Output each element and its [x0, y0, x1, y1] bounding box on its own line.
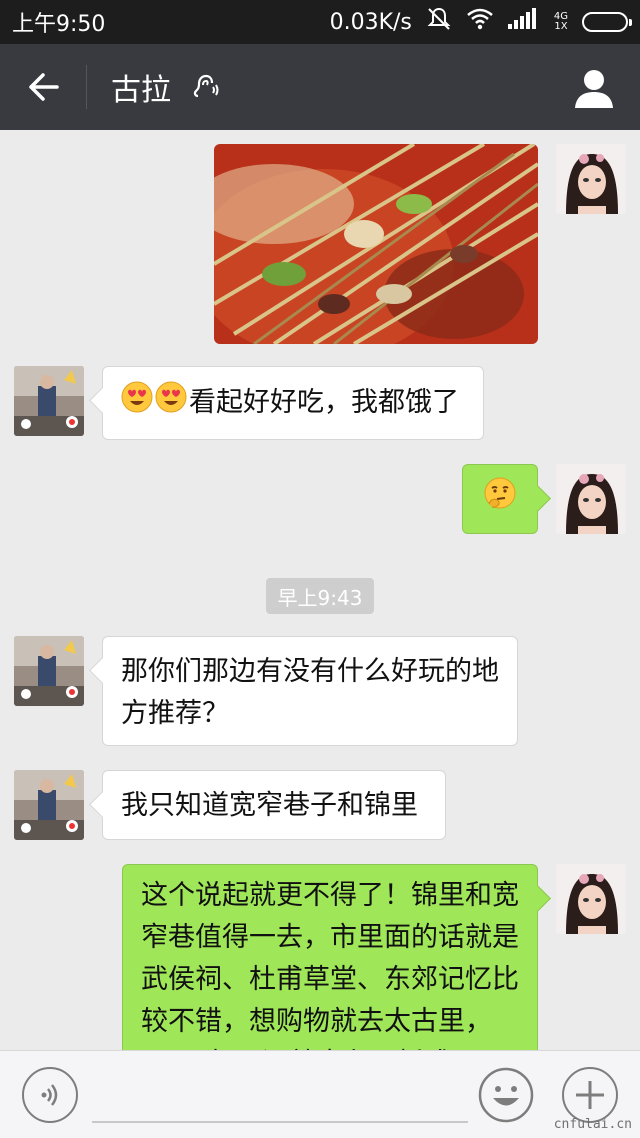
emoji-button[interactable]	[478, 1067, 534, 1123]
message-bubble-them[interactable]: 那你们那边有没有什么好玩的地方推荐？	[102, 636, 518, 746]
message-text: 这个说起就更不得了！锦里和宽窄巷值得一去，市里面的话就是武侯祠、杜甫草堂、东郊记…	[141, 880, 519, 1050]
message-input[interactable]	[92, 1065, 468, 1123]
status-right: 0.03K/s 4G 1X	[329, 6, 632, 38]
thinking-emoji	[483, 476, 517, 523]
timestamp-label: 早上9:43	[266, 578, 374, 614]
nav-divider	[86, 65, 87, 109]
smiley-icon	[478, 1067, 534, 1123]
signal-icon	[507, 8, 540, 36]
message-text: 看起好好吃，我都饿了	[189, 387, 459, 418]
watermark: cnfulai.cn	[553, 1117, 632, 1132]
net-speed: 0.03K/s	[329, 9, 412, 35]
voice-icon	[41, 1084, 58, 1106]
earpiece-mode-icon	[189, 72, 219, 102]
status-time: 上午9:50	[12, 12, 106, 37]
chat-area[interactable]: 看起好好吃，我都饿了 早上9:43 那你们那边有没有什么好玩的地方推荐？ 我只知…	[0, 130, 640, 1050]
contact-avatar[interactable]	[14, 366, 84, 436]
message-bubble-them[interactable]: 我只知道宽窄巷子和锦里	[102, 770, 446, 840]
heart-eyes-emoji	[155, 381, 187, 426]
status-bar: 上午9:50 0.03K/s 4G 1X	[0, 0, 640, 44]
message-bubble-me[interactable]: 这个说起就更不得了！锦里和宽窄巷值得一去，市里面的话就是武侯祠、杜甫草堂、东郊记…	[122, 864, 538, 1050]
my-avatar[interactable]	[556, 144, 626, 214]
wifi-icon	[466, 8, 494, 36]
contact-avatar[interactable]	[14, 636, 84, 706]
message-text: 那你们那边有没有什么好玩的地方推荐？	[121, 656, 499, 729]
chat-title: 古拉	[111, 73, 171, 108]
more-actions-button[interactable]	[562, 1067, 618, 1123]
mute-icon	[426, 6, 452, 38]
person-icon	[575, 70, 613, 108]
nav-bar: 古拉	[0, 44, 640, 130]
chat-info-button[interactable]	[572, 66, 616, 110]
message-bubble-me[interactable]	[462, 464, 538, 534]
my-avatar[interactable]	[556, 464, 626, 534]
back-arrow-icon	[29, 73, 59, 101]
food-photo[interactable]	[214, 144, 538, 344]
my-avatar[interactable]	[556, 864, 626, 934]
plus-icon	[576, 1081, 604, 1109]
message-bubble-them[interactable]: 看起好好吃，我都饿了	[102, 366, 484, 440]
input-bar: cnfulai.cn	[0, 1050, 640, 1138]
network-type: 4G 1X	[554, 12, 568, 32]
voice-input-button[interactable]	[22, 1067, 78, 1123]
back-button[interactable]	[0, 44, 86, 130]
network-bottom-label: 1X	[554, 21, 568, 32]
battery-icon	[582, 12, 632, 32]
heart-eyes-emoji	[121, 381, 153, 426]
message-text: 我只知道宽窄巷子和锦里	[121, 790, 418, 821]
contact-avatar[interactable]	[14, 770, 84, 840]
